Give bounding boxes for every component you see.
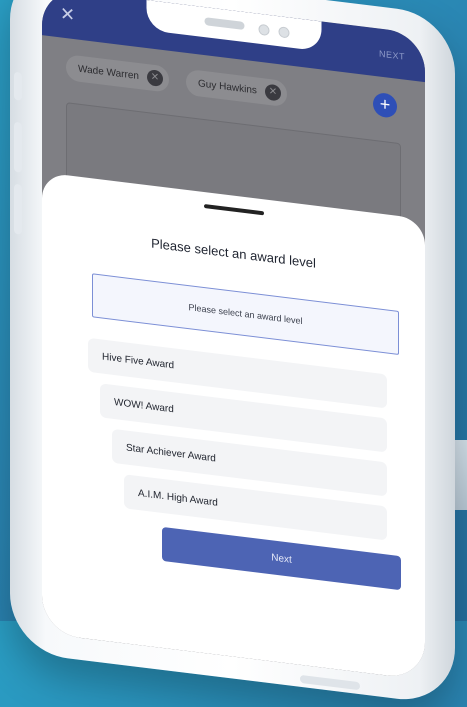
camera-icon — [258, 23, 269, 37]
recipient-chip[interactable]: Guy Hawkins ✕ — [186, 68, 287, 108]
award-level-select[interactable]: Please select an award level — [92, 273, 399, 355]
side-button — [14, 71, 22, 101]
sensor-icon — [278, 26, 289, 39]
plus-circle-icon[interactable]: + — [373, 91, 397, 119]
select-placeholder: Please select an award level — [188, 302, 303, 327]
recipient-chip[interactable]: Wade Warren ✕ — [66, 54, 169, 93]
sheet-grabber[interactable] — [203, 203, 264, 216]
volume-up-button — [14, 121, 22, 173]
award-option-label: WOW! Award — [114, 396, 174, 415]
phone-frame: ✕ NEXT Wade Warren ✕ Guy Hawkins ✕ + Ple… — [10, 0, 455, 706]
top-next-button[interactable]: NEXT — [379, 49, 405, 62]
recipient-name: Guy Hawkins — [198, 77, 257, 97]
close-icon[interactable]: ✕ — [60, 3, 75, 26]
charging-port — [300, 674, 360, 691]
phone-screen: ✕ NEXT Wade Warren ✕ Guy Hawkins ✕ + Ple… — [42, 0, 425, 681]
award-option-label: Star Achiever Award — [126, 441, 216, 465]
award-level-sheet: Please select an award level Please sele… — [42, 172, 425, 681]
recipient-name: Wade Warren — [78, 63, 139, 82]
close-circle-icon[interactable]: ✕ — [146, 69, 163, 88]
volume-down-button — [14, 183, 22, 235]
phone-mockup: ✕ NEXT Wade Warren ✕ Guy Hawkins ✕ + Ple… — [0, 0, 467, 706]
speaker-grille — [204, 17, 244, 30]
award-option-label: Hive Five Award — [102, 351, 175, 371]
close-circle-icon[interactable]: ✕ — [264, 83, 281, 102]
award-option-label: A.I.M. High Award — [138, 487, 218, 509]
